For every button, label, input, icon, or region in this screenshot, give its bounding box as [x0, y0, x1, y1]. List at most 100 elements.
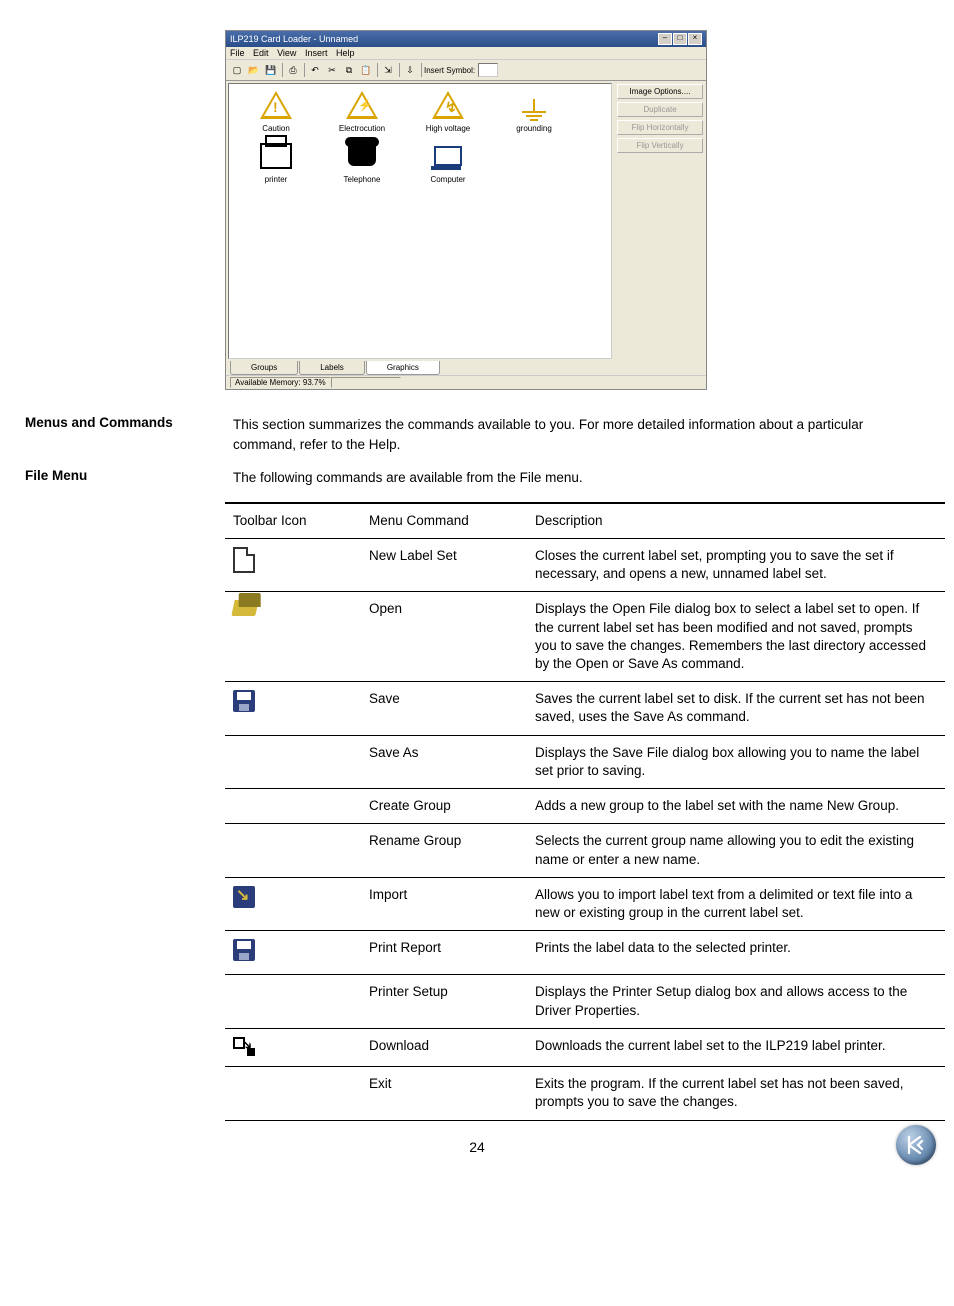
close-icon[interactable]: ×	[688, 33, 702, 45]
minimize-icon[interactable]: –	[658, 33, 672, 45]
col-toolbar-icon: Toolbar Icon	[225, 503, 361, 539]
insert-symbol-combo[interactable]	[478, 63, 498, 77]
paste-icon[interactable]: 📋	[358, 62, 374, 78]
cell-command: Create Group	[361, 789, 527, 824]
commands-table: Toolbar Icon Menu Command Description Ne…	[225, 502, 945, 1121]
cell-icon	[225, 877, 361, 930]
flip-vertical-button[interactable]: Flip Vertically	[617, 138, 703, 153]
graphic-label: Telephone	[344, 175, 381, 184]
graphic-printer[interactable]: printer	[233, 139, 319, 184]
image-options-button[interactable]: Image Options....	[617, 84, 703, 99]
body-menus-commands: This section summarizes the commands ava…	[233, 415, 929, 454]
save-disk-icon	[233, 939, 255, 961]
table-row: Printer SetupDisplays the Printer Setup …	[225, 975, 945, 1028]
open-icon[interactable]: 📂	[246, 62, 262, 78]
table-row: Create GroupAdds a new group to the labe…	[225, 789, 945, 824]
cell-description: Prints the label data to the selected pr…	[527, 931, 945, 975]
table-row: Print ReportPrints the label data to the…	[225, 931, 945, 975]
graphic-label: Computer	[430, 175, 465, 184]
table-row: OpenDisplays the Open File dialog box to…	[225, 592, 945, 682]
graphic-grounding[interactable]: grounding	[491, 88, 577, 133]
insert-symbol-label: Insert Symbol:	[424, 66, 475, 75]
table-row: ImportAllows you to import label text fr…	[225, 877, 945, 930]
cell-description: Displays the Printer Setup dialog box an…	[527, 975, 945, 1028]
graphic-label: printer	[265, 175, 288, 184]
cell-command: New Label Set	[361, 538, 527, 591]
toolbar: ▢ 📂 💾 ⎙ ↶ ✂ ⧉ 📋 ⇲ ⇩ Insert Symbol:	[226, 60, 706, 81]
graphic-telephone[interactable]: Telephone	[319, 139, 405, 184]
copy-icon[interactable]: ⧉	[341, 62, 357, 78]
cell-description: Closes the current label set, prompting …	[527, 538, 945, 591]
col-description: Description	[527, 503, 945, 539]
cell-description: Saves the current label set to disk. If …	[527, 682, 945, 735]
table-row: Rename GroupSelects the current group na…	[225, 824, 945, 877]
import-icon	[233, 886, 255, 908]
menu-file[interactable]: File	[230, 48, 245, 58]
tab-labels[interactable]: Labels	[299, 361, 365, 375]
body-file-menu: The following commands are available fro…	[233, 468, 929, 488]
cell-description: Adds a new group to the label set with t…	[527, 789, 945, 824]
duplicate-button[interactable]: Duplicate	[617, 102, 703, 117]
cell-command: Save As	[361, 735, 527, 788]
graphic-electrocution[interactable]: ⚡ Electrocution	[319, 88, 405, 133]
import-icon[interactable]: ⇲	[380, 62, 396, 78]
menu-view[interactable]: View	[277, 48, 296, 58]
save-disk-icon	[233, 690, 255, 712]
cell-icon	[225, 682, 361, 735]
print-icon[interactable]: ⎙	[285, 62, 301, 78]
cell-description: Selects the current group name allowing …	[527, 824, 945, 877]
graphic-label: grounding	[516, 124, 552, 133]
graphics-panel: ! Caution ⚡ Electrocution ↯ High voltage…	[228, 83, 612, 359]
cell-command: Download	[361, 1028, 527, 1066]
cell-command: Import	[361, 877, 527, 930]
flip-horizontal-button[interactable]: Flip Horizontally	[617, 120, 703, 135]
cell-description: Displays the Save File dialog box allowi…	[527, 735, 945, 788]
statusbar: Available Memory: 93.7%	[226, 375, 706, 389]
cell-command: Open	[361, 592, 527, 682]
graphic-label: High voltage	[426, 124, 470, 133]
menu-edit[interactable]: Edit	[253, 48, 269, 58]
heading-file-menu: File Menu	[25, 468, 233, 488]
cell-icon	[225, 789, 361, 824]
cell-icon	[225, 931, 361, 975]
save-icon[interactable]: 💾	[263, 62, 279, 78]
window-title: ILP219 Card Loader - Unnamed	[230, 34, 358, 44]
table-row: DownloadDownloads the current label set …	[225, 1028, 945, 1066]
cell-command: Rename Group	[361, 824, 527, 877]
cut-icon[interactable]: ✂	[324, 62, 340, 78]
table-row: ExitExits the program. If the current la…	[225, 1067, 945, 1120]
menu-help[interactable]: Help	[336, 48, 355, 58]
graphic-caution[interactable]: ! Caution	[233, 88, 319, 133]
cell-command: Printer Setup	[361, 975, 527, 1028]
table-row: SaveSaves the current label set to disk.…	[225, 682, 945, 735]
app-screenshot: ILP219 Card Loader - Unnamed – □ × File …	[225, 30, 707, 390]
tab-graphics[interactable]: Graphics	[366, 361, 440, 375]
cell-icon	[225, 975, 361, 1028]
graphic-high-voltage[interactable]: ↯ High voltage	[405, 88, 491, 133]
new-file-icon	[233, 547, 255, 573]
new-icon[interactable]: ▢	[229, 62, 245, 78]
maximize-icon[interactable]: □	[673, 33, 687, 45]
cell-description: Downloads the current label set to the I…	[527, 1028, 945, 1066]
graphic-label: Caution	[262, 124, 290, 133]
graphic-label: Electrocution	[339, 124, 385, 133]
cell-description: Exits the program. If the current label …	[527, 1067, 945, 1120]
cell-icon	[225, 592, 361, 682]
download-icon	[233, 1037, 255, 1053]
cell-icon	[225, 735, 361, 788]
cell-description: Displays the Open File dialog box to sel…	[527, 592, 945, 682]
cell-icon	[225, 1067, 361, 1120]
menu-insert[interactable]: Insert	[305, 48, 328, 58]
download-icon[interactable]: ⇩	[402, 62, 418, 78]
graphic-computer[interactable]: Computer	[405, 139, 491, 184]
window-titlebar: ILP219 Card Loader - Unnamed – □ ×	[226, 31, 706, 47]
page-number: 24	[25, 1139, 929, 1155]
heading-menus-commands: Menus and Commands	[25, 415, 233, 454]
table-row: Save AsDisplays the Save File dialog box…	[225, 735, 945, 788]
tab-groups[interactable]: Groups	[230, 361, 298, 375]
brand-logo-icon	[896, 1125, 936, 1165]
open-folder-icon	[231, 600, 258, 616]
window-buttons: – □ ×	[658, 33, 702, 45]
undo-icon[interactable]: ↶	[307, 62, 323, 78]
side-panel: Image Options.... Duplicate Flip Horizon…	[614, 81, 706, 361]
